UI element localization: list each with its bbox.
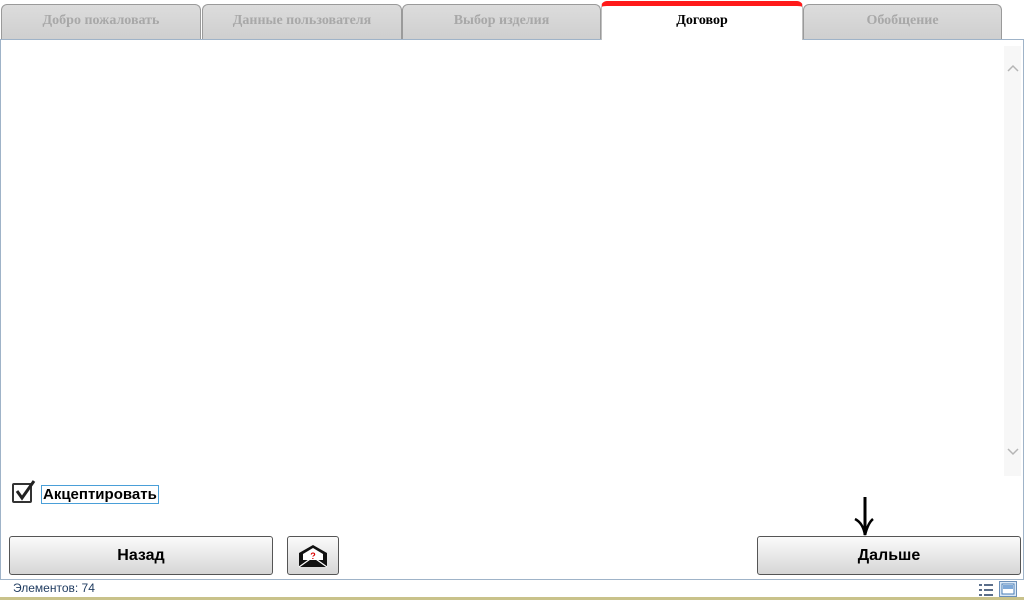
preview-view-icon[interactable] xyxy=(999,581,1018,597)
help-mail-button[interactable]: ? xyxy=(287,536,339,575)
help-mail-icon: ? xyxy=(298,545,328,568)
svg-text:?: ? xyxy=(310,551,316,561)
back-button[interactable]: Назад xyxy=(9,536,273,575)
tab-user-data[interactable]: Данные пользователя xyxy=(202,4,402,39)
scroll-down-icon[interactable] xyxy=(1004,444,1021,461)
contract-panel: Акцептировать Назад ? Дальше xyxy=(0,40,1024,579)
tab-summary[interactable]: Обобщение xyxy=(803,4,1002,39)
details-view-icon[interactable] xyxy=(978,583,994,597)
accept-checkbox[interactable] xyxy=(12,480,36,503)
annotation-arrow-icon xyxy=(854,497,874,536)
accept-label[interactable]: Акцептировать xyxy=(41,485,159,504)
tab-bar: Добро пожаловать Данные пользователя Выб… xyxy=(0,0,1024,40)
tab-product-selection[interactable]: Выбор изделия xyxy=(402,4,601,39)
tab-contract[interactable]: Договор xyxy=(601,1,803,40)
vertical-scrollbar[interactable] xyxy=(1004,46,1021,476)
contract-text-area[interactable] xyxy=(3,46,1003,476)
tab-divider xyxy=(0,39,1024,40)
checkmark-icon xyxy=(15,480,36,501)
items-count: Элементов: 74 xyxy=(13,581,95,595)
tab-welcome[interactable]: Добро пожаловать xyxy=(1,4,201,39)
scroll-up-icon[interactable] xyxy=(1004,60,1021,77)
next-button[interactable]: Дальше xyxy=(757,536,1021,575)
